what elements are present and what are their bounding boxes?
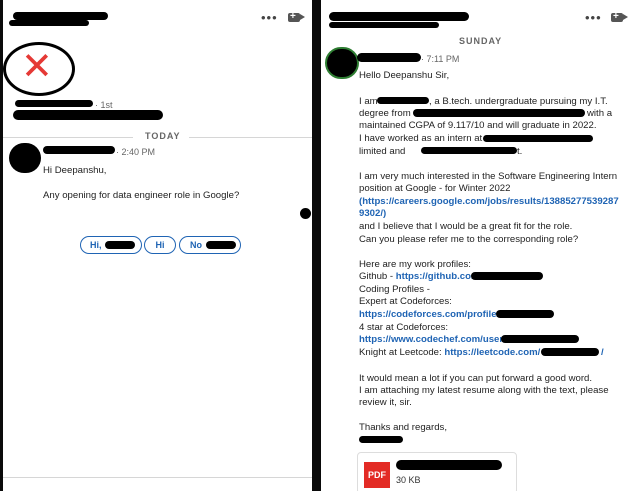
- redacted-text: [541, 348, 599, 356]
- avatar: [325, 47, 359, 79]
- divider-line: [189, 137, 312, 138]
- message-salutation: Hello Deepanshu Sir,: [359, 70, 450, 81]
- message-line: Expert at Codeforces:: [359, 296, 452, 307]
- message-line: Knight at Leetcode: https://leetcode.com…: [359, 347, 540, 359]
- codeforces-link[interactable]: https://codeforces.com/profile/: [359, 309, 499, 321]
- smart-reply-label: Hi: [155, 240, 165, 250]
- message-line: Here are my work profiles:: [359, 259, 471, 270]
- right-conversation-panel: ••• + SUNDAY · 7:11 PM Hello Deepanshu S…: [321, 0, 635, 491]
- redacted-text: [501, 335, 579, 343]
- redacted-headline: [13, 110, 163, 120]
- divider-line: [3, 137, 133, 138]
- redacted-filename: [396, 460, 502, 470]
- leetcode-label: Knight at Leetcode:: [359, 347, 445, 358]
- message-greeting: Hi Deepanshu,: [43, 165, 107, 176]
- github-link[interactable]: https://github.com/: [396, 271, 482, 282]
- leetcode-link-tail[interactable]: /: [601, 347, 604, 359]
- pdf-icon: PDF: [364, 462, 390, 488]
- message-closing: Thanks and regards,: [359, 422, 447, 433]
- message-question: Any opening for data engineer role in Go…: [43, 190, 240, 201]
- leetcode-link[interactable]: https://leetcode.com/: [444, 347, 540, 358]
- message-line: degree from: [359, 108, 411, 119]
- message-line: Coding Profiles -: [359, 284, 430, 295]
- composer-divider: [3, 477, 312, 478]
- day-divider: SUNDAY: [459, 36, 503, 46]
- github-label: Github -: [359, 271, 396, 282]
- day-divider: TODAY: [145, 131, 181, 141]
- redacted-sender-name: [43, 146, 115, 154]
- message-line: maintained CGPA of 9.117/10 and will gra…: [359, 120, 597, 131]
- message-timestamp: · 2:40 PM: [116, 147, 156, 157]
- redacted-text: [377, 97, 429, 104]
- attachment-size: 30 KB: [396, 475, 421, 485]
- smart-reply-label: Hi,: [90, 240, 102, 250]
- typing-indicator-dot: [300, 208, 311, 219]
- redacted-text: [421, 147, 517, 154]
- connection-degree: · 1st: [95, 100, 113, 110]
- redacted-sender-name: [357, 53, 421, 62]
- avatar: [9, 143, 41, 173]
- message-line: I am very much interested in the Softwar…: [359, 171, 618, 182]
- message-timestamp: · 7:11 PM: [421, 54, 460, 64]
- resume-attachment[interactable]: PDF 30 KB: [357, 452, 517, 491]
- video-call-icon[interactable]: +: [611, 11, 628, 22]
- smart-reply-label: No: [190, 240, 202, 250]
- more-options-icon[interactable]: •••: [261, 10, 278, 25]
- message-line: I am attaching my latest resume along wi…: [359, 385, 609, 396]
- message-line: position at Google - for Winter 2022: [359, 183, 511, 194]
- message-line: 4 star at Codeforces:: [359, 322, 449, 333]
- redacted-text: [413, 109, 585, 117]
- message-line: with a: [587, 108, 613, 119]
- job-posting-link[interactable]: (https://careers.google.com/jobs/results…: [359, 196, 619, 208]
- smart-reply-button[interactable]: Hi,: [80, 236, 142, 254]
- message-line: Github - https://github.com/: [359, 271, 482, 283]
- message-line: limited and: [359, 146, 406, 157]
- message-line: review it, sir.: [359, 397, 412, 408]
- redacted-text: [471, 272, 543, 280]
- redacted-name: [105, 241, 135, 249]
- redacted-subtitle: [9, 20, 89, 26]
- cross-icon: ✕: [21, 44, 53, 88]
- redacted-signature: [359, 436, 403, 443]
- message-line: and I believe that I would be a great fi…: [359, 221, 573, 232]
- message-line: I am: [359, 96, 378, 107]
- redacted-text: [206, 241, 236, 249]
- redacted-text: [496, 310, 554, 318]
- redacted-text: [483, 135, 593, 142]
- video-call-icon[interactable]: +: [288, 11, 305, 22]
- message-line: , a B.tech. undergraduate pursuing my I.…: [429, 96, 608, 107]
- redacted-name: [13, 12, 108, 20]
- job-posting-link[interactable]: 9302/): [359, 208, 386, 220]
- message-line: I have worked as an intern at: [359, 133, 483, 144]
- smart-reply-button[interactable]: No: [179, 236, 241, 254]
- left-conversation-panel: ••• + ✕ · 1st TODAY · 2:40 PM Hi Deepans…: [3, 0, 312, 491]
- message-line: It would mean a lot if you can put forwa…: [359, 373, 593, 384]
- message-line: t.: [517, 146, 523, 157]
- codechef-link[interactable]: https://www.codechef.com/users/: [359, 334, 511, 346]
- redacted-name: [329, 12, 469, 21]
- smart-reply-button[interactable]: Hi: [144, 236, 176, 254]
- more-options-icon[interactable]: •••: [585, 10, 602, 25]
- redacted-name: [15, 100, 93, 107]
- message-line: Can you please refer me to the correspon…: [359, 234, 579, 245]
- redacted-subtitle: [329, 22, 439, 28]
